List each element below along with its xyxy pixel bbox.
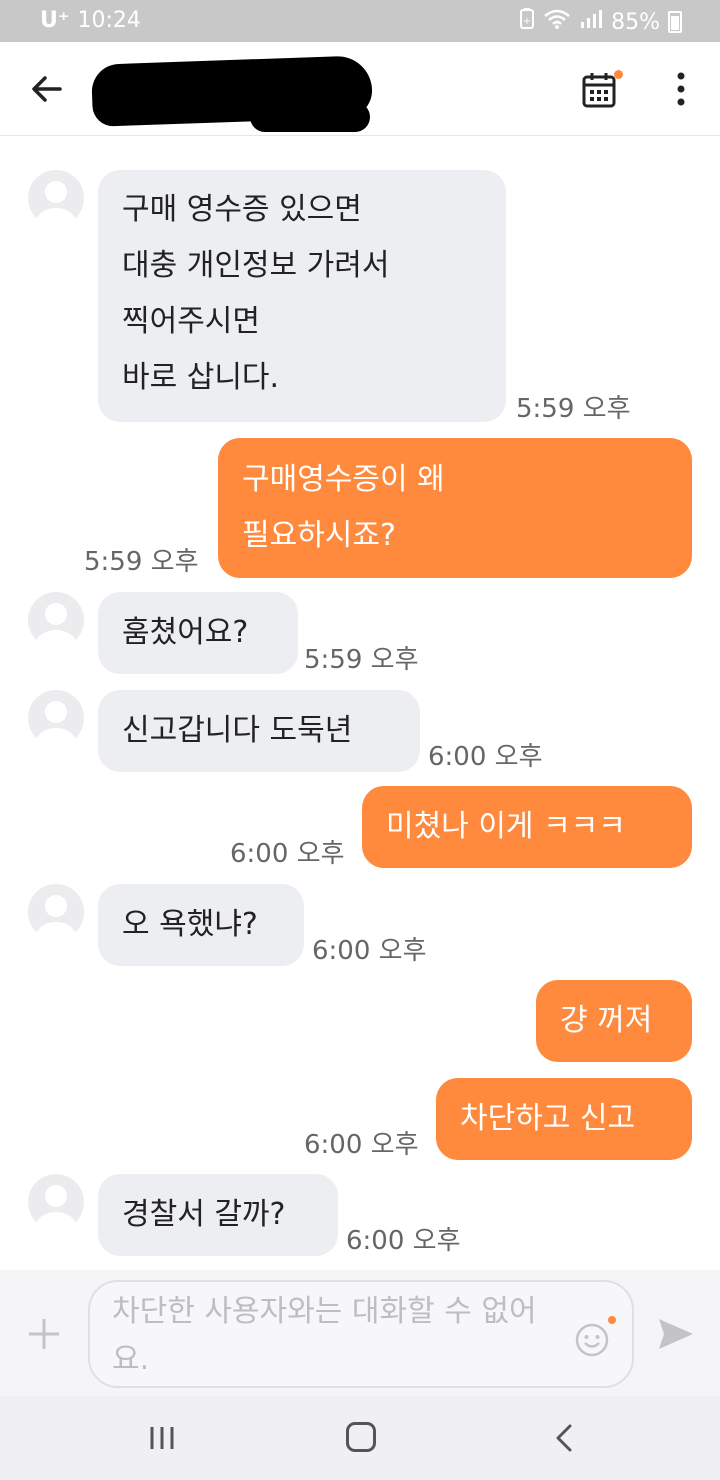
message-time: 6:00 오후	[230, 839, 345, 869]
battery-saver-icon: +	[519, 8, 535, 36]
message-time: 5:59 오후	[304, 645, 419, 675]
message-bubble-outgoing[interactable]: 미쳤나 이게 ㅋㅋㅋ	[362, 786, 692, 868]
message-bubble-outgoing[interactable]: 구매영수증이 왜 필요하시죠?	[218, 438, 692, 578]
battery-percent: 85%	[611, 9, 660, 35]
avatar[interactable]	[28, 592, 84, 648]
nav-home-icon[interactable]	[346, 1422, 376, 1452]
system-nav-bar	[0, 1396, 720, 1480]
avatar[interactable]	[28, 170, 84, 226]
message-bubble-incoming[interactable]: 훔쳤어요?	[98, 592, 298, 674]
input-placeholder: 차단한 사용자와는 대화할 수 없어요.	[112, 1294, 537, 1377]
message-bubble-outgoing[interactable]: 차단하고 신고	[436, 1078, 692, 1160]
message-time: 6:00 오후	[304, 1130, 419, 1160]
chat-header	[0, 42, 720, 136]
nav-recent-icon[interactable]	[148, 1424, 176, 1452]
message-bubble-incoming[interactable]: 구매 영수증 있으면 대충 개인정보 가려서 찍어주시면 바로 삽니다.	[98, 170, 506, 422]
message-time: 6:00 오후	[312, 936, 427, 966]
message-bubble-incoming[interactable]: 오 욕했냐?	[98, 884, 304, 966]
message-input-bar: 차단한 사용자와는 대화할 수 없어요.	[0, 1270, 720, 1396]
message-time: 5:59 오후	[84, 547, 199, 577]
avatar[interactable]	[28, 690, 84, 746]
emoji-notification-dot	[608, 1316, 616, 1324]
more-vertical-icon[interactable]	[676, 72, 686, 106]
wifi-icon	[543, 8, 571, 36]
status-time: 10:24	[77, 8, 141, 33]
message-bubble-incoming[interactable]: 신고갑니다 도둑년	[98, 690, 420, 772]
notification-dot	[614, 70, 623, 79]
back-arrow-icon[interactable]	[30, 72, 64, 106]
battery-icon	[668, 11, 682, 33]
avatar[interactable]	[28, 884, 84, 940]
signal-icon	[579, 8, 603, 36]
calendar-icon[interactable]	[582, 72, 616, 108]
message-bubble-incoming[interactable]: 경찰서 갈까?	[98, 1174, 338, 1256]
redacted-name-tail	[250, 102, 370, 132]
carrier-label: U⁺	[40, 8, 70, 33]
nav-back-icon[interactable]	[554, 1424, 574, 1452]
avatar[interactable]	[28, 1174, 84, 1230]
send-icon[interactable]	[656, 1316, 696, 1352]
plus-icon[interactable]	[26, 1316, 62, 1352]
svg-text:+: +	[523, 16, 531, 27]
message-bubble-outgoing[interactable]: 걍 꺼져	[536, 980, 692, 1062]
emoji-icon[interactable]	[574, 1322, 610, 1358]
message-time: 6:00 오후	[428, 742, 543, 772]
message-time: 6:00 오후	[346, 1226, 461, 1256]
message-time: 5:59 오후	[516, 394, 631, 424]
status-bar: U⁺ 10:24 + 85%	[0, 0, 720, 42]
message-input[interactable]: 차단한 사용자와는 대화할 수 없어요.	[88, 1280, 634, 1388]
